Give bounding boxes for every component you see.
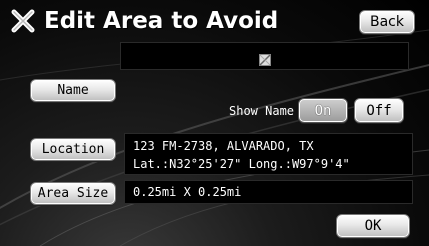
edit-area-to-avoid-screen: Edit Area to Avoid Back Name Show Name O… [0, 0, 429, 246]
show-name-off-button[interactable]: Off [354, 98, 404, 123]
show-name-label: Show Name [229, 104, 295, 118]
location-coordinates: Lat.:N32°25'27" Long.:W97°9'4" [133, 157, 350, 171]
show-name-on-button[interactable]: On [298, 98, 348, 123]
ok-button[interactable]: OK [336, 214, 410, 238]
name-button[interactable]: Name [30, 79, 116, 102]
location-button[interactable]: Location [30, 138, 116, 161]
page-title: Edit Area to Avoid [44, 8, 279, 34]
area-size-panel: 0.25mi X 0.25mi [124, 180, 413, 204]
page-title-bar: Edit Area to Avoid [10, 4, 278, 38]
x-cross-icon [10, 8, 36, 34]
area-size-value: 0.25mi X 0.25mi [133, 185, 242, 199]
name-display-panel [120, 42, 409, 70]
location-address: 123 FM-2738, ALVARADO, TX [133, 139, 314, 153]
area-size-button[interactable]: Area Size [30, 182, 116, 205]
back-button[interactable]: Back [359, 10, 415, 34]
location-panel: 123 FM-2738, ALVARADO, TX Lat.:N32°25'27… [124, 133, 413, 175]
broken-image-icon [259, 51, 271, 70]
